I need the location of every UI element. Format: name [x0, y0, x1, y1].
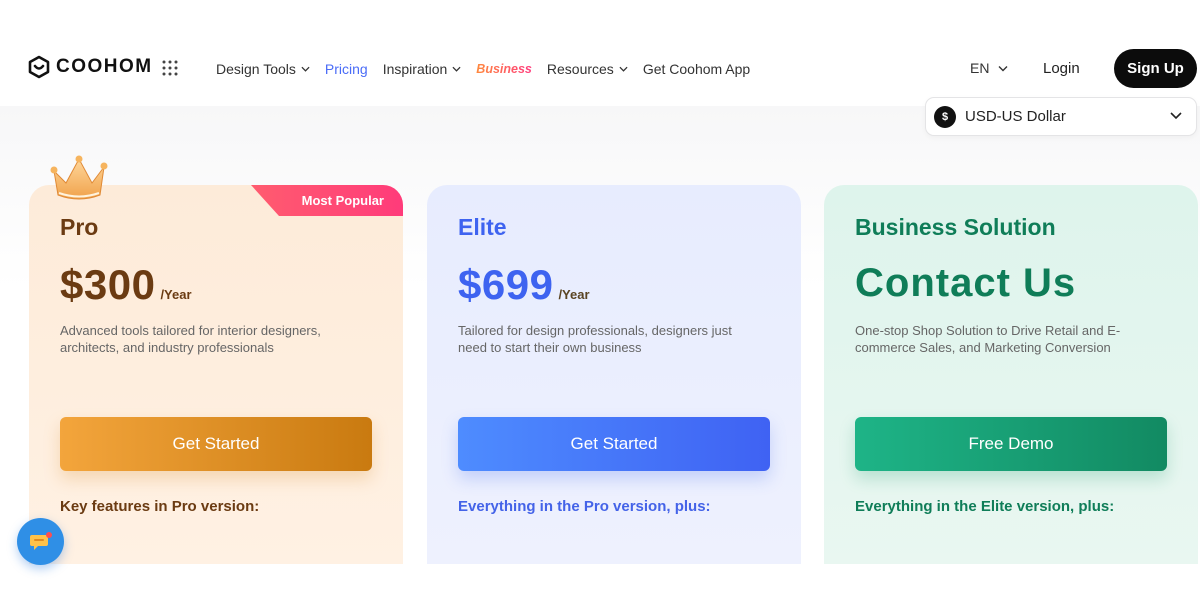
plan-period: /Year — [558, 287, 590, 302]
nav-resources-label: Resources — [546, 61, 614, 77]
get-started-button[interactable]: Get Started — [60, 417, 372, 471]
login-link[interactable]: Login — [1043, 60, 1080, 77]
nav-business[interactable]: Business — [476, 62, 532, 76]
plan-name: Business Solution — [855, 214, 1056, 240]
most-popular-badge: Most Popular — [251, 185, 403, 216]
apps-grid-icon[interactable] — [162, 60, 178, 76]
language-label: EN — [970, 60, 990, 76]
chevron-down-icon — [452, 66, 461, 72]
chevron-down-icon — [998, 65, 1008, 71]
plan-description: Tailored for design professionals, desig… — [458, 323, 732, 355]
coohom-logo[interactable]: COOHOM — [27, 55, 153, 79]
plan-card-elite: Elite $699 /Year Tailored for design pro… — [427, 185, 801, 564]
price-row: $300 /Year — [60, 261, 192, 309]
nav-resources[interactable]: Resources — [547, 61, 628, 77]
nav-inspiration[interactable]: Inspiration — [383, 61, 462, 77]
coohom-logo-icon — [28, 55, 50, 79]
price-row: $699 /Year — [458, 261, 590, 309]
top-navbar: COOHOM Design Tools Pricing Inspiration … — [0, 0, 1200, 106]
plan-card-pro: Most Popular Pro $300 /Year Advanced too… — [29, 185, 403, 564]
contact-us-heading: Contact Us — [855, 261, 1077, 305]
free-demo-button[interactable]: Free Demo — [855, 417, 1167, 471]
main-nav: Design Tools Pricing Inspiration Busines… — [216, 60, 765, 78]
plan-name: Pro — [60, 214, 99, 240]
currency-selector[interactable]: $ USD-US Dollar — [925, 97, 1197, 136]
nav-get-app-label: Get Coohom App — [642, 61, 751, 77]
nav-design-tools-label: Design Tools — [216, 61, 296, 77]
nav-design-tools[interactable]: Design Tools — [216, 61, 310, 77]
chat-bubble-icon — [29, 531, 52, 550]
plan-card-business: Business Solution Contact Us One-stop Sh… — [824, 185, 1198, 564]
chevron-down-icon — [301, 66, 310, 72]
language-selector[interactable]: EN — [970, 60, 1008, 76]
plan-period: /Year — [160, 287, 192, 302]
dollar-icon: $ — [934, 105, 956, 128]
chat-support-button[interactable] — [17, 518, 64, 565]
nav-inspiration-label: Inspiration — [382, 61, 448, 77]
signup-button[interactable]: Sign Up — [1114, 49, 1197, 88]
features-heading: Everything in the Elite version, plus: — [855, 498, 1115, 515]
plan-name: Elite — [458, 214, 507, 240]
crown-icon — [50, 155, 108, 200]
plan-price: $300 — [60, 261, 156, 308]
chevron-down-icon — [1170, 112, 1182, 120]
nav-pricing-label: Pricing — [324, 61, 368, 77]
nav-pricing[interactable]: Pricing — [325, 61, 368, 77]
features-heading: Everything in the Pro version, plus: — [458, 498, 711, 515]
nav-get-app[interactable]: Get Coohom App — [643, 61, 750, 77]
nav-business-label: Business — [476, 62, 532, 76]
plan-description: Advanced tools tailored for interior des… — [60, 323, 321, 355]
features-heading: Key features in Pro version: — [60, 498, 260, 515]
logo-wordmark: COOHOM — [56, 56, 153, 77]
currency-label: USD-US Dollar — [965, 108, 1066, 125]
get-started-button[interactable]: Get Started — [458, 417, 770, 471]
plan-description: One-stop Shop Solution to Drive Retail a… — [855, 323, 1121, 355]
plan-price: $699 — [458, 261, 554, 308]
chevron-down-icon — [619, 66, 628, 72]
